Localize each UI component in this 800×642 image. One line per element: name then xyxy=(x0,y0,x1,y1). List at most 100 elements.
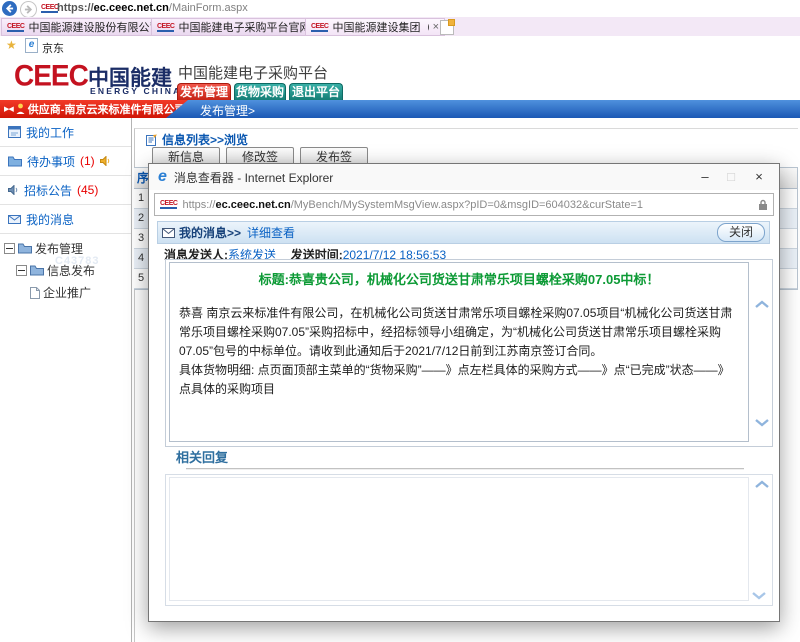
speaker-icon xyxy=(8,185,19,195)
folder-icon xyxy=(18,243,32,254)
breadcrumb-detail-view[interactable]: 详细查看 xyxy=(247,224,295,241)
breadcrumb-publish-mgmt[interactable]: 发布管理> xyxy=(200,102,255,119)
row-number: 2 xyxy=(138,212,144,224)
minimize-button[interactable]: – xyxy=(693,164,717,190)
list-title: 信息列表>>浏览 xyxy=(146,131,248,148)
work-window-icon xyxy=(8,126,21,138)
sidebar-item-todo[interactable]: 待办事项 (1) xyxy=(0,147,131,176)
lock-icon xyxy=(758,199,768,211)
scroll-down-icon[interactable] xyxy=(754,418,770,427)
related-divider xyxy=(186,468,744,469)
scroll-down-icon[interactable] xyxy=(751,591,767,600)
announcement-count: (45) xyxy=(77,183,98,197)
sidebar-item-label: 我的工作 xyxy=(26,124,74,141)
message-scroll-pane: 标题:恭喜贵公司，机械化公司货送甘肃常乐项目螺栓采购07.05中标！ 恭喜 南京… xyxy=(165,259,773,447)
dialog-titlebar[interactable]: e 消息查看器 - Internet Explorer xyxy=(149,164,779,190)
sidebar-item-bid-announcements[interactable]: 招标公告 (45) xyxy=(0,176,131,205)
collapse-sidebar-icon[interactable]: ▶◀ xyxy=(4,105,13,113)
favorite-link-jd[interactable]: 京东 xyxy=(42,40,64,56)
envelope-icon xyxy=(8,215,21,224)
nav-tab-label: 发布管理 xyxy=(180,85,228,99)
tab-procurement-portal[interactable]: CEEC 中国能建电子采购平台官网 xyxy=(151,18,313,36)
forward-arrow-icon xyxy=(24,5,33,14)
tab-label: 中国能源建设集团（股份）… xyxy=(332,19,428,35)
tab-favicon: CEEC xyxy=(7,23,24,32)
close-window-button[interactable]: × xyxy=(747,164,771,190)
list-form-icon xyxy=(146,134,158,146)
row-number: 4 xyxy=(138,252,144,264)
ceec-logo: CEEC xyxy=(14,59,88,93)
related-replies-pane xyxy=(165,474,773,606)
ie-page-icon: e xyxy=(25,38,38,53)
watermark-text: C43783 xyxy=(55,255,100,267)
platform-title: 中国能建电子采购平台 xyxy=(178,62,328,83)
sidebar-item-my-messages[interactable]: 我的消息 xyxy=(0,205,131,234)
sidebar-item-my-work[interactable]: 我的工作 xyxy=(0,118,131,147)
sidebar-item-label: 待办事项 xyxy=(27,153,75,170)
dialog-title: 消息查看器 - Internet Explorer xyxy=(174,169,333,186)
message-body-2: 具体货物明细: 点页面顶部主菜单的“货物采购”——》点左栏具体的采购方式——》点… xyxy=(179,361,739,399)
speaker-alert-icon xyxy=(100,156,111,166)
sidebar-item-label: 我的消息 xyxy=(26,211,74,228)
message-viewer-dialog: e 消息查看器 - Internet Explorer – □ × CEEC h… xyxy=(148,163,780,622)
site-favicon: CEEC xyxy=(160,200,177,209)
tree-collapse-icon[interactable] xyxy=(4,243,15,254)
tree-node-enterprise-promo[interactable]: 企业推广 xyxy=(30,284,91,301)
sidebar: 我的工作 待办事项(1) 招标公告(45) 我的消息 发布管理 信息发布 xyxy=(0,118,132,642)
nav-tab-publish-mgmt[interactable]: 发布管理 xyxy=(177,83,231,101)
tab-close-icon[interactable]: × xyxy=(433,22,439,33)
related-replies-empty xyxy=(169,477,749,601)
address-bar[interactable]: https://ec.ceec.net.cn/MainForm.aspx xyxy=(57,2,417,14)
favorites-bar: ★ e 京东 xyxy=(0,36,800,57)
envelope-icon xyxy=(162,228,175,238)
supplier-bar: ▶◀ 供应商-南京云来标准件有限公司 发布管理> xyxy=(0,100,800,118)
tab-favicon: CEEC xyxy=(311,23,328,32)
dialog-url-field[interactable]: CEEC https://ec.ceec.net.cn/MyBench/MySy… xyxy=(154,193,774,216)
tree-collapse-icon[interactable] xyxy=(16,265,27,276)
user-icon xyxy=(16,103,25,115)
message-title: 标题:恭喜贵公司，机械化公司货送甘肃常乐项目螺栓采购07.05中标！ xyxy=(176,269,742,288)
message-body-1: 恭喜 南京云来标准件有限公司，在机械化公司货送甘肃常乐项目螺栓采购07.05项目… xyxy=(179,304,739,361)
row-number: 1 xyxy=(138,192,144,204)
folder-icon xyxy=(30,265,44,276)
page-icon xyxy=(30,287,40,299)
nav-tab-exit-platform[interactable]: 退出平台 xyxy=(289,83,343,101)
nav-tab-label: 退出平台 xyxy=(292,85,340,99)
logo-english-name: ENERGY CHINA xyxy=(90,86,181,96)
dialog-url-text: https://ec.ceec.net.cn/MyBench/MySystemM… xyxy=(182,199,643,211)
message-section-header: 我的消息>> 详细查看 关闭 xyxy=(157,221,770,244)
back-button[interactable] xyxy=(2,1,17,16)
scroll-up-icon[interactable] xyxy=(754,480,770,489)
nav-tab-goods-procurement[interactable]: 货物采购 xyxy=(234,83,286,101)
back-arrow-icon xyxy=(5,4,14,13)
browser-toolbar: CEEC https://ec.ceec.net.cn/MainForm.asp… xyxy=(0,0,800,17)
related-replies-label: 相关回复 xyxy=(176,447,228,466)
todo-count: (1) xyxy=(80,154,95,168)
button-label: 修改签 xyxy=(242,150,278,164)
dialog-address-bar: CEEC https://ec.ceec.net.cn/MyBench/MySy… xyxy=(149,190,779,218)
close-message-button[interactable]: 关闭 xyxy=(717,223,765,242)
favorites-star-icon[interactable]: ★ xyxy=(6,38,17,52)
list-title-label: 信息列表>>浏览 xyxy=(162,131,248,148)
button-label: 发布签 xyxy=(316,150,352,164)
address-scheme: https:// xyxy=(57,2,94,14)
scroll-up-icon[interactable] xyxy=(754,300,770,309)
site-header: CEEC 中国能建 ENERGY CHINA 中国能建电子采购平台 发布管理 货… xyxy=(0,56,800,100)
address-host: ec.ceec.net.cn xyxy=(94,2,169,14)
forward-button[interactable] xyxy=(20,1,37,18)
sidebar-item-label: 招标公告 xyxy=(24,182,72,199)
maximize-button[interactable]: □ xyxy=(719,164,743,190)
new-tab-button[interactable] xyxy=(440,20,454,35)
button-label: 新信息 xyxy=(168,150,204,164)
tab-label: 中国能建电子采购平台官网 xyxy=(178,19,307,35)
site-favicon: CEEC xyxy=(41,4,58,13)
supplier-ribbon: ▶◀ 供应商-南京云来标准件有限公司 xyxy=(0,100,188,118)
message-content-box: 标题:恭喜贵公司，机械化公司货送甘肃常乐项目螺栓采购07.05中标！ 恭喜 南京… xyxy=(169,262,749,442)
tab-label: 中国能源建设股份有限公司 xyxy=(28,19,153,35)
tab-favicon: CEEC xyxy=(157,23,174,32)
browser-window: CEEC https://ec.ceec.net.cn/MainForm.asp… xyxy=(0,0,800,642)
tab-ceec-corp[interactable]: CEEC 中国能源建设股份有限公司 xyxy=(1,18,159,36)
row-number: 3 xyxy=(138,232,144,244)
tab-ceec-group-active[interactable]: CEEC 中国能源建设集团（股份）… × xyxy=(305,18,445,36)
tree-node-label: 企业推广 xyxy=(43,284,91,301)
